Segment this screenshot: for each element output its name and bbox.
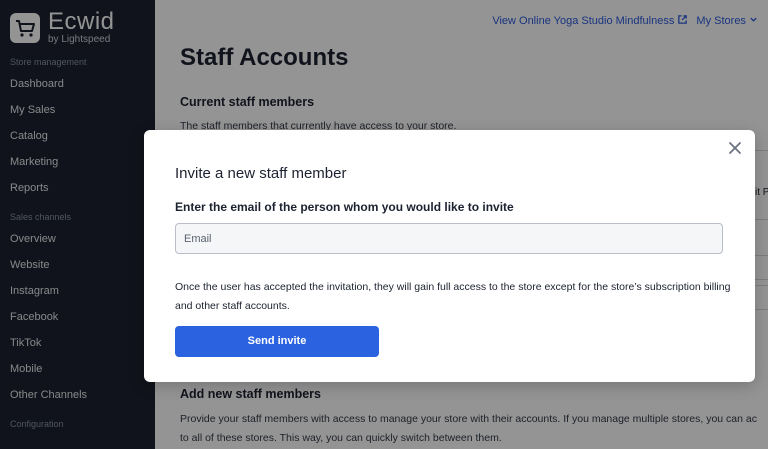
close-icon[interactable]: [727, 140, 743, 156]
send-invite-button[interactable]: Send invite: [175, 326, 379, 357]
invite-staff-dialog: Invite a new staff member Enter the emai…: [144, 130, 755, 382]
email-field-label: Enter the email of the person whom you w…: [175, 200, 514, 214]
dialog-title: Invite a new staff member: [175, 165, 347, 182]
email-field[interactable]: [175, 223, 723, 254]
invitation-info-text: Once the user has accepted the invitatio…: [175, 281, 731, 312]
